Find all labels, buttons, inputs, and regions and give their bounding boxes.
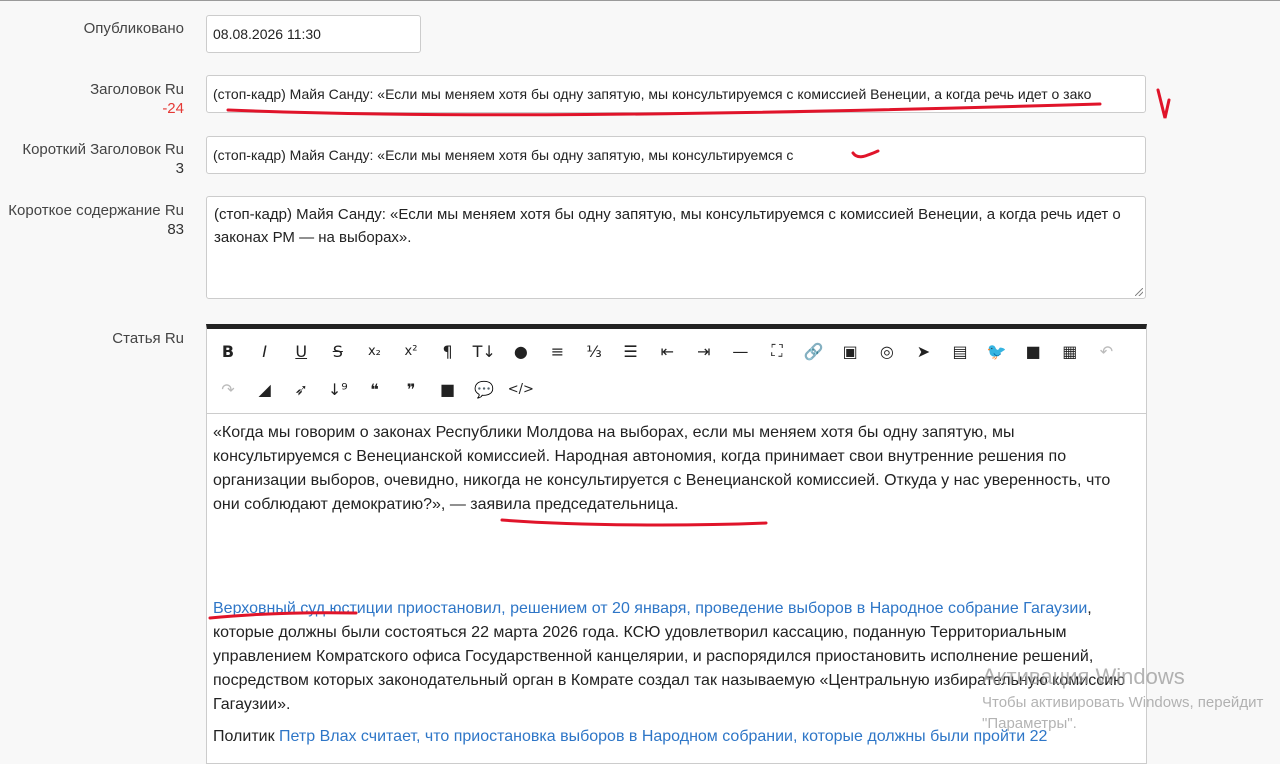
color-drop-icon[interactable]: ● [508, 338, 534, 364]
undo-icon[interactable]: ↶ [1093, 338, 1119, 364]
stop-icon[interactable]: ■ [435, 376, 461, 402]
published-label-text: Опубликовано [83, 20, 184, 37]
short-content-ru-label-text: Короткое содержание Ru [8, 202, 184, 219]
short-title-ru-input[interactable]: (стоп-кадр) Майя Санду: «Если мы меняем … [206, 136, 1146, 174]
underline-icon[interactable]: U [288, 338, 314, 364]
telegram-icon[interactable]: ➤ [910, 338, 936, 364]
sort-numeric-icon[interactable]: ↓⁹ [325, 376, 351, 402]
annotation-check-mark [1156, 88, 1171, 119]
short-content-ru-counter: 83 [167, 221, 184, 238]
quote-right-icon[interactable]: ❞ [398, 376, 424, 402]
windows-activation-line3: "Параметры". [982, 715, 1077, 732]
twitter-icon[interactable]: 🐦 [984, 338, 1010, 364]
short-title-ru-label-text: Короткий Заголовок Ru [22, 141, 184, 158]
short-title-ru-counter: 3 [175, 160, 184, 177]
eraser-icon[interactable]: ◢ [252, 376, 278, 402]
short-content-ru-text: (стоп-кадр) Майя Санду: «Если мы меняем … [214, 206, 1121, 246]
quote-left-icon[interactable]: ❝ [361, 376, 387, 402]
article-link-petr-vlah[interactable]: Петр Влах считает, что приостановка выбо… [279, 728, 1047, 745]
code-icon[interactable]: </> [508, 376, 534, 402]
windows-activation-title: Активация Windows [982, 664, 1185, 689]
unordered-list-icon[interactable]: ☰ [618, 338, 644, 364]
short-content-ru-label: Короткое содержание Ru 83 [8, 201, 184, 239]
title-ru-counter: -24 [162, 100, 184, 117]
indent-icon[interactable]: ⇥ [691, 338, 717, 364]
short-title-ru-label: Короткий Заголовок Ru 3 [22, 140, 184, 178]
horizontal-rule-icon[interactable]: — [727, 338, 753, 364]
ordered-list-icon[interactable]: ⅓ [581, 338, 607, 364]
fullscreen-icon[interactable]: ⛶ [764, 338, 790, 364]
published-input[interactable]: 08.08.2026 11:30 [206, 15, 421, 53]
editor-toolbar: B I U Sx₂ x² ¶ T↓ ● ≡ ⅓ ☰ ⇤ ⇥ — ⛶ 🔗 ▣ ◎ ➤ ▤ 🐦 ■ ▦ ↶ ↷ ◢ ➶ ↓⁹ ❝ ❞ ■ 💬 </> [207, 329, 1146, 414]
text-height-icon[interactable]: T↓ [471, 338, 497, 364]
instagram-icon[interactable]: ◎ [874, 338, 900, 364]
superscript-icon[interactable]: x² [398, 338, 424, 364]
article-ru-label: Статья Ru [112, 329, 184, 348]
resize-handle[interactable] [1135, 288, 1143, 296]
outdent-icon[interactable]: ⇤ [654, 338, 680, 364]
video-icon[interactable]: ■ [1020, 338, 1046, 364]
strikethrough-icon[interactable]: S [325, 338, 351, 364]
file-icon[interactable]: ▤ [947, 338, 973, 364]
italic-icon[interactable]: I [252, 338, 278, 364]
link-icon[interactable]: 🔗 [801, 338, 827, 364]
title-ru-input[interactable]: (стоп-кадр) Майя Санду: «Если мы меняем … [206, 75, 1146, 113]
title-ru-label-text: Заголовок Ru [90, 81, 184, 98]
image-icon[interactable]: ▣ [837, 338, 863, 364]
align-icon[interactable]: ≡ [544, 338, 570, 364]
cursor-icon[interactable]: ➶ [288, 376, 314, 402]
top-divider [0, 0, 1280, 1]
bold-icon[interactable]: B [215, 338, 241, 364]
redo-icon[interactable]: ↷ [215, 376, 241, 402]
published-label: Опубликовано [84, 19, 184, 38]
comment-icon[interactable]: 💬 [471, 376, 497, 402]
article-link-supreme-court[interactable]: Верховный суд юстиции приостановил, реше… [213, 600, 1087, 617]
article-ru-label-text: Статья Ru [112, 330, 184, 347]
paragraph-icon[interactable]: ¶ [435, 338, 461, 364]
short-content-ru-textarea[interactable]: (стоп-кадр) Майя Санду: «Если мы меняем … [206, 196, 1146, 299]
title-ru-label: Заголовок Ru -24 [90, 80, 184, 118]
subscript-icon[interactable]: x₂ [361, 338, 387, 364]
article-paragraph-3-text: Политик [213, 728, 280, 745]
table-icon[interactable]: ▦ [1057, 338, 1083, 364]
article-paragraph-1: «Когда мы говорим о законах Республики М… [213, 424, 1111, 513]
windows-activation-line2: Чтобы активировать Windows, перейдит [982, 694, 1264, 711]
